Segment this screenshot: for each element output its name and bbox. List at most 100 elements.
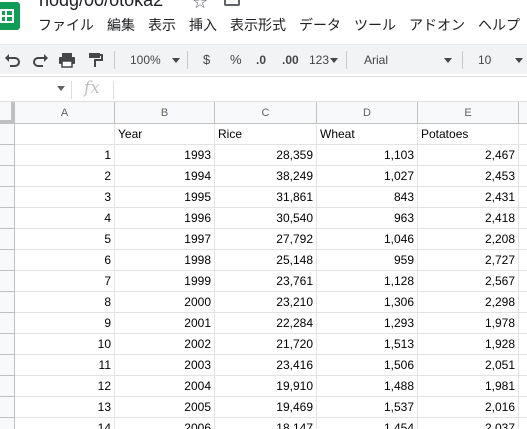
- print-icon[interactable]: [58, 51, 76, 69]
- menu-addons[interactable]: アドオン: [409, 15, 465, 35]
- cell-b[interactable]: 1994: [115, 166, 215, 187]
- currency-format-button[interactable]: $: [203, 45, 210, 75]
- cell-d[interactable]: 959: [317, 250, 418, 271]
- header-cell-d[interactable]: Wheat: [317, 124, 418, 145]
- cell-a[interactable]: 2: [15, 166, 115, 187]
- cell-c[interactable]: 21,720: [215, 334, 317, 355]
- row-header[interactable]: [0, 355, 15, 376]
- cell-d[interactable]: 1,488: [317, 376, 418, 397]
- cell-b[interactable]: 1997: [115, 229, 215, 250]
- menu-view[interactable]: 表示: [148, 15, 176, 35]
- percent-format-button[interactable]: %: [230, 45, 242, 75]
- cell-f[interactable]: [519, 208, 527, 229]
- cell-b[interactable]: 2005: [115, 397, 215, 418]
- cell-f[interactable]: [519, 271, 527, 292]
- menu-format[interactable]: 表示形式: [230, 15, 286, 35]
- column-header-b[interactable]: B: [115, 102, 215, 124]
- cell-b[interactable]: 1993: [115, 145, 215, 166]
- cell-d[interactable]: 1,128: [317, 271, 418, 292]
- cell-b[interactable]: 2000: [115, 292, 215, 313]
- cell-d[interactable]: 1,506: [317, 355, 418, 376]
- cell-b[interactable]: 2004: [115, 376, 215, 397]
- cell-a[interactable]: 12: [15, 376, 115, 397]
- column-header-d[interactable]: D: [317, 102, 418, 124]
- zoom-caret-icon[interactable]: [172, 58, 180, 63]
- cell-e[interactable]: 1,928: [418, 334, 519, 355]
- cell-c[interactable]: 25,148: [215, 250, 317, 271]
- cell-c[interactable]: 19,469: [215, 397, 317, 418]
- zoom-select[interactable]: 100%: [130, 45, 161, 75]
- column-header-f[interactable]: [519, 102, 527, 124]
- cell-c[interactable]: 18,147: [215, 418, 317, 429]
- cell-d[interactable]: 1,046: [317, 229, 418, 250]
- header-cell-b[interactable]: Year: [115, 124, 215, 145]
- font-size-select[interactable]: 10: [478, 45, 491, 75]
- cell-c[interactable]: 38,249: [215, 166, 317, 187]
- row-header[interactable]: [0, 145, 15, 166]
- cell-b[interactable]: 1996: [115, 208, 215, 229]
- header-cell-a[interactable]: [15, 124, 115, 145]
- cell-a[interactable]: 11: [15, 355, 115, 376]
- cell-d[interactable]: 843: [317, 187, 418, 208]
- cell-a[interactable]: 6: [15, 250, 115, 271]
- cell-c[interactable]: 31,861: [215, 187, 317, 208]
- column-header-e[interactable]: E: [418, 102, 519, 124]
- cell-e[interactable]: 2,208: [418, 229, 519, 250]
- cell-a[interactable]: 9: [15, 313, 115, 334]
- document-title[interactable]: nodg/00/otoka2: [39, 0, 163, 11]
- row-header[interactable]: [0, 250, 15, 271]
- decrease-decimal-button[interactable]: .0: [256, 45, 266, 75]
- cell-a[interactable]: 4: [15, 208, 115, 229]
- cell-a[interactable]: 7: [15, 271, 115, 292]
- redo-icon[interactable]: [31, 51, 49, 69]
- cell-d[interactable]: 963: [317, 208, 418, 229]
- menu-help[interactable]: ヘルプ: [478, 15, 520, 35]
- cell-e[interactable]: 1,978: [418, 313, 519, 334]
- row-header[interactable]: [0, 397, 15, 418]
- cell-c[interactable]: 23,761: [215, 271, 317, 292]
- header-cell-e[interactable]: Potatoes: [418, 124, 519, 145]
- cell-f[interactable]: [519, 313, 527, 334]
- paint-format-icon[interactable]: [86, 51, 104, 69]
- cell-e[interactable]: 1,981: [418, 376, 519, 397]
- row-header[interactable]: [0, 292, 15, 313]
- cell-a[interactable]: 3: [15, 187, 115, 208]
- cell-e[interactable]: 2,037: [418, 418, 519, 429]
- row-header[interactable]: [0, 187, 15, 208]
- cell-e[interactable]: 2,453: [418, 166, 519, 187]
- cell-b[interactable]: 1998: [115, 250, 215, 271]
- cell-f[interactable]: [519, 292, 527, 313]
- sheets-logo-icon[interactable]: [0, 2, 20, 30]
- column-header-c[interactable]: C: [215, 102, 317, 124]
- cell-f[interactable]: [519, 355, 527, 376]
- cell-d[interactable]: 1,027: [317, 166, 418, 187]
- menu-insert[interactable]: 挿入: [189, 15, 217, 35]
- cell-f[interactable]: [519, 250, 527, 271]
- cell-b[interactable]: 2006: [115, 418, 215, 429]
- cell-e[interactable]: 2,431: [418, 187, 519, 208]
- menu-tools[interactable]: ツール: [354, 15, 396, 35]
- cell-a[interactable]: 8: [15, 292, 115, 313]
- row-header[interactable]: [0, 124, 15, 145]
- increase-decimal-button[interactable]: .00: [282, 45, 299, 75]
- menu-data[interactable]: データ: [299, 15, 341, 35]
- cell-a[interactable]: 10: [15, 334, 115, 355]
- row-header[interactable]: [0, 376, 15, 397]
- cell-e[interactable]: 2,298: [418, 292, 519, 313]
- cell-f[interactable]: [519, 397, 527, 418]
- cell-b[interactable]: 1995: [115, 187, 215, 208]
- row-header[interactable]: [0, 166, 15, 187]
- row-header[interactable]: [0, 229, 15, 250]
- cell-a[interactable]: 14: [15, 418, 115, 429]
- cell-d[interactable]: 1,513: [317, 334, 418, 355]
- row-header[interactable]: [0, 208, 15, 229]
- menu-file[interactable]: ファイル: [38, 15, 94, 35]
- cell-e[interactable]: 2,418: [418, 208, 519, 229]
- cell-f[interactable]: [519, 418, 527, 429]
- cell-d[interactable]: 1,537: [317, 397, 418, 418]
- cell-b[interactable]: 1999: [115, 271, 215, 292]
- font-size-caret-icon[interactable]: [515, 58, 523, 63]
- cell-c[interactable]: 28,359: [215, 145, 317, 166]
- row-header[interactable]: [0, 418, 15, 429]
- cell-c[interactable]: 22,284: [215, 313, 317, 334]
